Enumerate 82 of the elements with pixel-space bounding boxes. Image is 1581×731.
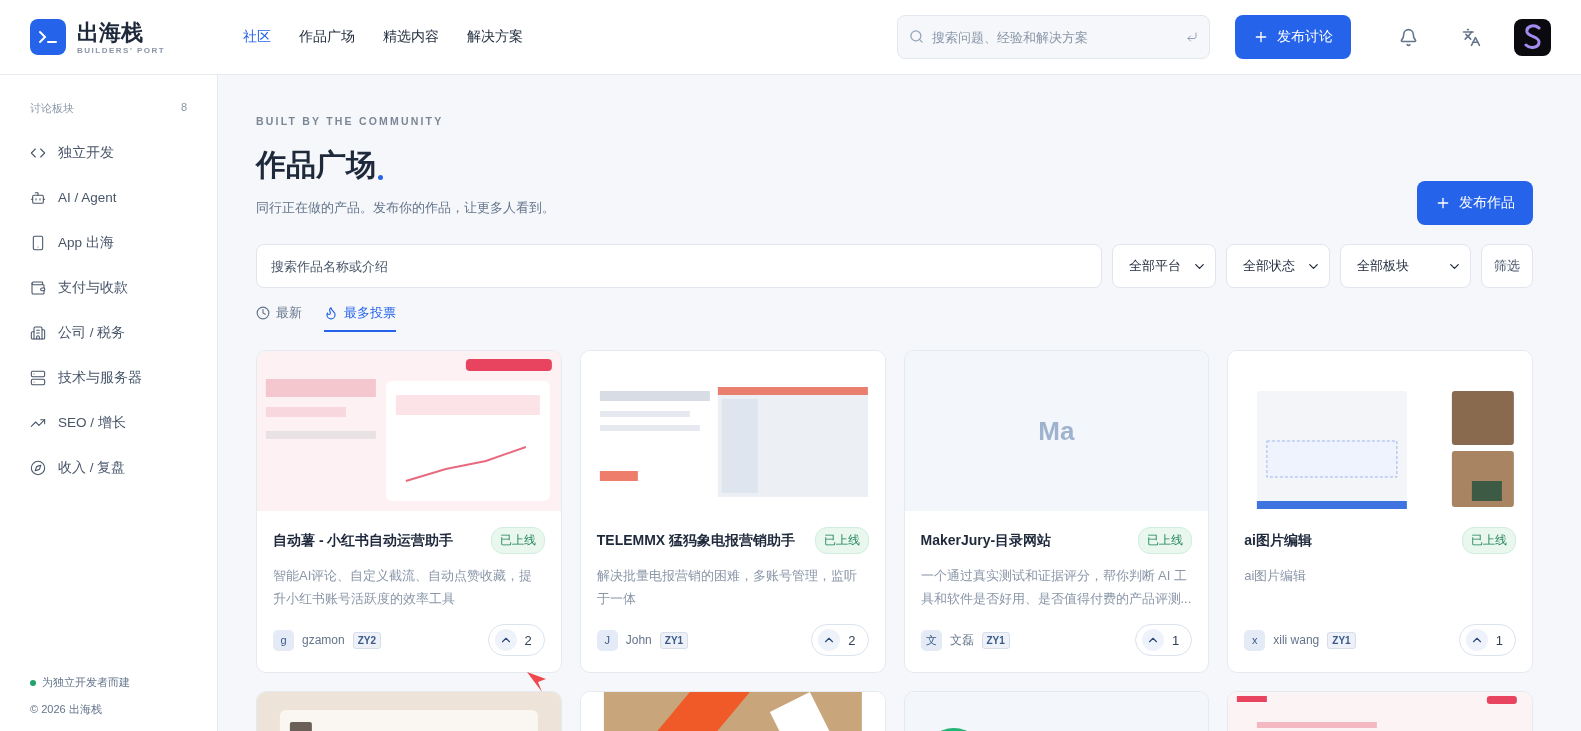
status-badge: 已上线 xyxy=(1138,527,1193,554)
search-icon xyxy=(909,29,924,44)
sidebar-item[interactable]: 独立开发 xyxy=(30,130,187,175)
avatar[interactable] xyxy=(1514,18,1551,56)
author-name: xili wang xyxy=(1273,633,1320,647)
initials-placeholder: Ma xyxy=(1038,415,1075,447)
filter-select[interactable]: 全部状态 xyxy=(1226,244,1330,288)
vote-button[interactable]: 1 xyxy=(1135,624,1193,656)
flame-icon xyxy=(324,306,338,320)
plus-icon xyxy=(1435,195,1451,211)
eyebrow-text: BUILT BY THE COMMUNITY xyxy=(256,115,445,127)
product-title: MakerJury-目录网站 xyxy=(920,531,1052,550)
page-subtitle: 同行正在做的产品。发布你的作品，让更多人看到。 xyxy=(256,200,555,215)
vote-button[interactable]: 1 xyxy=(1458,624,1516,656)
search-field[interactable]: 搜索作品名称或介绍 xyxy=(256,244,1102,288)
building-icon xyxy=(30,324,46,341)
translate-icon[interactable] xyxy=(1462,27,1481,47)
logo-icon[interactable] xyxy=(30,19,66,55)
logo-title: 出海栈 xyxy=(77,19,144,46)
compass-icon xyxy=(30,459,46,476)
sort-tab[interactable]: 最多投票 xyxy=(324,300,396,332)
author-avatar: x xyxy=(1244,629,1266,651)
author-name: gzamon xyxy=(302,633,345,647)
author-avatar: J xyxy=(596,629,618,651)
logo-subtitle: BUILDERS' PORT xyxy=(77,45,167,55)
bell-icon[interactable] xyxy=(1399,27,1418,47)
level-tag: ZY1 xyxy=(981,631,1010,649)
server-icon xyxy=(30,369,46,386)
sidebar-item[interactable]: 支付与收款 xyxy=(30,265,187,310)
product-description: 解决批量电报营销的困难，多账号管理，监听于一体 xyxy=(596,567,858,608)
product-description: 一个通过真实测试和证据评分，帮你判断 AI 工具和软件是否好用、是否值得付费的产品评测... xyxy=(920,567,1193,608)
copyright-text: © 2026 出海栈 xyxy=(30,702,103,717)
status-badge: 已上线 xyxy=(1462,527,1516,554)
page-title: 作品广场 xyxy=(256,147,376,183)
vote-button[interactable]: 2 xyxy=(811,624,869,656)
level-tag: ZY1 xyxy=(659,631,689,649)
author-avatar: 文 xyxy=(920,629,942,651)
search-field[interactable]: 搜索问题、经验和解决方案 xyxy=(897,15,1210,59)
author-name: John xyxy=(625,633,652,647)
sidebar-count: 8 xyxy=(180,101,187,115)
clock-icon xyxy=(256,306,270,320)
filter-button[interactable]: 筛选 xyxy=(1481,244,1533,288)
phone-icon xyxy=(30,234,46,251)
status-text: 为独立开发者而建 xyxy=(42,675,130,690)
level-tag: ZY1 xyxy=(1327,631,1356,649)
product-card[interactable]: 自动薯 - 小红书自动运营助手 已上线 智能AI评论、自定义截流、自动点赞收藏，提升小红书账号活跃度的效率工具 g gzamon ZY2 2 xyxy=(256,350,562,673)
status-badge: 已上线 xyxy=(814,527,869,554)
product-title: ai图片编辑 xyxy=(1244,531,1312,550)
product-title: 自动薯 - 小红书自动运营助手 xyxy=(273,531,454,550)
status-badge: 已上线 xyxy=(490,527,545,554)
level-tag: ZY2 xyxy=(352,631,382,649)
sidebar-item[interactable]: 收入 / 复盘 xyxy=(30,445,187,490)
sidebar-item[interactable]: 技术与服务器 xyxy=(30,355,187,400)
nav-link[interactable]: 解决方案 xyxy=(467,28,523,46)
vote-button[interactable]: 2 xyxy=(487,624,545,656)
product-title: TELEMMX 猛犸象电报营销助手 xyxy=(596,531,796,550)
author-name: 文磊 xyxy=(949,631,974,649)
product-card[interactable]: TELEMMX 猛犸象电报营销助手 已上线 解决批量电报营销的困难，多账号管理，监听于一体 J John ZY1 2 xyxy=(579,350,886,673)
product-card[interactable]: Ma MakerJury-目录网站 已上线 一个通过真实测试和证据评分，帮你判断 AI 工具和软件是否好用、是否值得付费的产品评测... 文 文磊 ZY1 1 xyxy=(903,350,1210,673)
sidebar-item[interactable]: SEO / 增长 xyxy=(30,400,187,445)
enter-icon xyxy=(1186,31,1198,43)
status-dot xyxy=(30,679,36,686)
nav-link[interactable]: 作品广场 xyxy=(299,28,355,46)
sidebar-heading: 讨论板块 xyxy=(30,101,74,116)
product-description: ai图片编辑 xyxy=(1244,567,1308,585)
plus-icon xyxy=(1253,29,1269,45)
filter-select[interactable]: 全部平台 xyxy=(1112,244,1216,288)
sidebar-item[interactable]: 公司 / 税务 xyxy=(30,310,187,355)
publish-button[interactable]: 发布作品 xyxy=(1417,181,1533,225)
robot-icon xyxy=(30,189,46,206)
author-avatar: g xyxy=(273,629,294,651)
wallet-icon xyxy=(30,279,46,296)
sort-tab[interactable]: 最新 xyxy=(256,300,302,332)
filter-select[interactable]: 全部板块 xyxy=(1340,244,1471,288)
product-description: 智能AI评论、自定义截流、自动点赞收藏，提升小红书账号活跃度的效率工具 xyxy=(273,567,534,608)
nav-link[interactable]: 社区 xyxy=(243,28,271,46)
post-discussion-button[interactable]: 发布讨论 xyxy=(1235,15,1351,59)
sidebar-item[interactable]: AI / Agent xyxy=(30,175,187,220)
product-card[interactable]: ai图片编辑 已上线 ai图片编辑 x xili wang ZY1 1 xyxy=(1227,350,1533,673)
title-dot xyxy=(378,175,383,180)
sidebar-item[interactable]: App 出海 xyxy=(30,220,187,265)
nav-link[interactable]: 精选内容 xyxy=(383,28,439,46)
